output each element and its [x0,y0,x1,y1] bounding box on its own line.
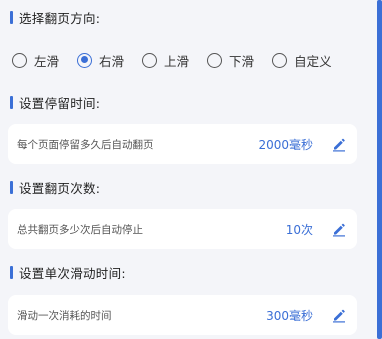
swipe-time-description: 滑动一次消耗的时间 [17,309,112,322]
pencil-icon[interactable] [331,136,347,152]
radio-label: 下滑 [229,53,255,69]
section-header-stay-time: 设置停留时间: [10,93,100,111]
radio-circle-icon[interactable] [207,52,223,68]
stay-time-description: 每个页面停留多久后自动翻页 [17,138,154,151]
radio-down[interactable]: 下滑 [207,51,254,70]
swipe-time-card[interactable]: 滑动一次消耗的时间 300毫秒 [8,295,357,335]
radio-circle-icon[interactable] [272,52,288,68]
pencil-icon[interactable] [331,221,347,237]
radio-left[interactable]: 左滑 [12,51,59,70]
section-header-direction: 选择翻页方向: [10,8,100,26]
section-accent-bar [10,10,13,24]
section-title-page-count: 设置翻页次数: [19,180,101,196]
radio-label: 上滑 [164,53,190,69]
radio-up[interactable]: 上滑 [142,51,189,70]
scrollbar[interactable] [377,0,382,339]
radio-circle-icon[interactable] [12,52,27,68]
section-title-swipe-time: 设置单次滑动时间: [19,265,126,281]
radio-label: 自定义 [294,53,332,69]
radio-label: 左滑 [34,53,60,69]
section-header-swipe-time: 设置单次滑动时间: [10,263,126,281]
section-header-page-count: 设置翻页次数: [10,178,100,196]
radio-label: 右滑 [99,53,125,69]
direction-radio-group: 左滑 右滑 上滑 下滑 自定义 [12,47,332,73]
page-count-description: 总共翻页多少次后自动停止 [17,223,143,236]
stay-time-card[interactable]: 每个页面停留多久后自动翻页 2000毫秒 [8,124,357,164]
pencil-icon[interactable] [331,307,347,323]
section-accent-bar [10,265,13,279]
radio-circle-icon[interactable] [142,52,158,68]
section-accent-bar [10,180,13,194]
swipe-time-value: 300毫秒 [266,308,313,323]
section-accent-bar [10,95,13,109]
radio-custom[interactable]: 自定义 [272,51,332,70]
section-title-direction: 选择翻页方向: [19,10,101,26]
radio-right[interactable]: 右滑 [77,51,124,70]
page-count-card[interactable]: 总共翻页多少次后自动停止 10次 [8,209,357,249]
page-count-value: 10次 [285,222,313,237]
radio-checked-icon[interactable] [77,52,93,68]
stay-time-value: 2000毫秒 [258,137,313,152]
section-title-stay-time: 设置停留时间: [19,95,101,111]
